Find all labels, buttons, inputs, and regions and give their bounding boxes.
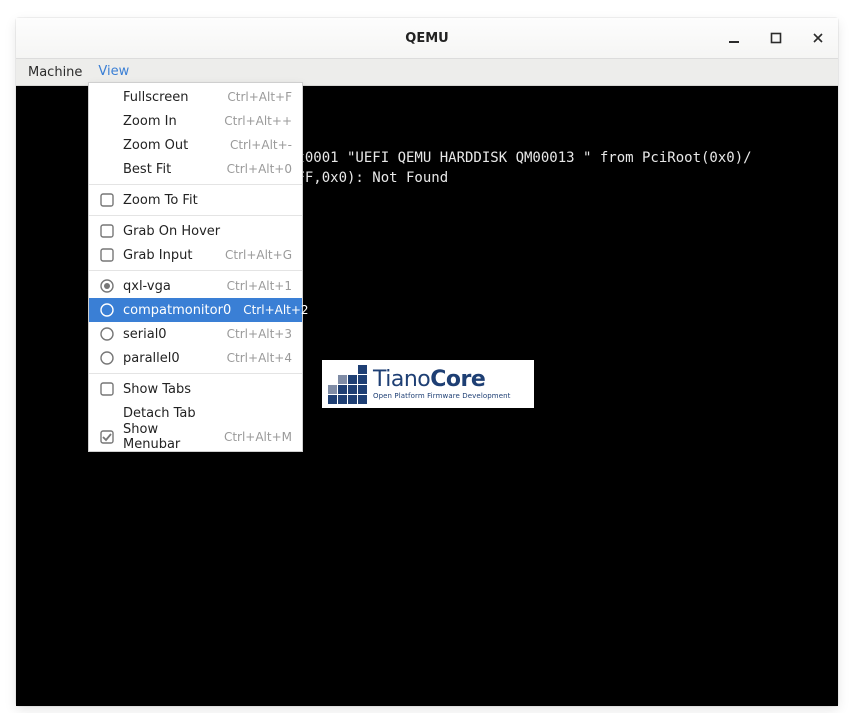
maximize-icon <box>770 32 782 44</box>
checkbox-icon <box>99 381 115 397</box>
menu-item-accel: Ctrl+Alt+M <box>224 430 292 444</box>
menu-item-accel: Ctrl+Alt++ <box>224 114 292 128</box>
checkbox-icon <box>99 192 115 208</box>
menu-item-label: Grab On Hover <box>123 224 292 239</box>
menu-item-show-menubar[interactable]: Show Menubar Ctrl+Alt+M <box>89 425 302 449</box>
menu-item-label: compatmonitor0 <box>123 303 231 318</box>
menu-item-zoom-out[interactable]: Zoom Out Ctrl+Alt+- <box>89 133 302 157</box>
tianocore-logo-mark <box>328 365 367 404</box>
menu-item-zoom-in[interactable]: Zoom In Ctrl+Alt++ <box>89 109 302 133</box>
menu-item-label: Zoom To Fit <box>123 193 292 208</box>
menu-item-grab-on-hover[interactable]: Grab On Hover <box>89 219 302 243</box>
terminal-line-1: ot0001 "UEFI QEMU HARDDISK QM00013 " fro… <box>288 150 752 166</box>
menu-item-label: Fullscreen <box>123 90 215 105</box>
menu-item-label: qxl-vga <box>123 279 215 294</box>
radio-icon <box>99 350 115 366</box>
menu-item-label: Show Tabs <box>123 382 292 397</box>
menu-item-accel: Ctrl+Alt+0 <box>227 162 292 176</box>
menu-item-label: parallel0 <box>123 351 215 366</box>
menu-item-accel: Ctrl+Alt+3 <box>227 327 292 341</box>
terminal-output: ot0001 "UEFI QEMU HARDDISK QM00013 " fro… <box>288 148 752 188</box>
menu-item-label: Grab Input <box>123 248 213 263</box>
menu-item-best-fit[interactable]: Best Fit Ctrl+Alt+0 <box>89 157 302 181</box>
tianocore-tagline: Open Platform Firmware Development <box>373 393 511 400</box>
menu-item-accel: Ctrl+Alt+- <box>230 138 292 152</box>
titlebar: QEMU <box>16 18 838 59</box>
checkbox-icon <box>99 223 115 239</box>
radio-icon <box>99 326 115 342</box>
menu-item-compatmonitor0[interactable]: compatmonitor0Ctrl+Alt+2 <box>89 298 302 322</box>
menu-item-label: Zoom Out <box>123 138 218 153</box>
menu-item-accel: Ctrl+Alt+4 <box>227 351 292 365</box>
menu-item-parallel0[interactable]: parallel0 Ctrl+Alt+4 <box>89 346 302 370</box>
menu-item-label: Show Menubar <box>123 422 212 452</box>
menu-machine[interactable]: Machine <box>20 59 90 85</box>
menu-item-accel: Ctrl+Alt+1 <box>227 279 292 293</box>
menu-item-zoom-to-fit[interactable]: Zoom To Fit <box>89 188 302 212</box>
menu-item-accel: Ctrl+Alt+G <box>225 248 292 262</box>
tianocore-logo-text: TianoCore Open Platform Firmware Develop… <box>373 369 511 400</box>
close-button[interactable] <box>804 24 832 52</box>
menu-item-label: Detach Tab <box>123 406 292 421</box>
menu-item-show-tabs[interactable]: Show Tabs <box>89 377 302 401</box>
maximize-button[interactable] <box>762 24 790 52</box>
minimize-icon <box>728 32 740 44</box>
menu-item-grab-input[interactable]: Grab Input Ctrl+Alt+G <box>89 243 302 267</box>
window-title: QEMU <box>405 31 448 46</box>
menu-item-accel: Ctrl+Alt+F <box>227 90 292 104</box>
window-controls <box>720 18 832 58</box>
menu-item-fullscreen[interactable]: Fullscreen Ctrl+Alt+F <box>89 85 302 109</box>
menu-item-qxl-vga[interactable]: qxl-vga Ctrl+Alt+1 <box>89 274 302 298</box>
radio-icon <box>99 278 115 294</box>
menu-item-label: Best Fit <box>123 162 215 177</box>
view-menu-dropdown: FullscreenCtrl+Alt+FZoom InCtrl+Alt++Zoo… <box>88 82 303 452</box>
checkbox-icon <box>99 429 115 445</box>
checkbox-icon <box>99 247 115 263</box>
minimize-button[interactable] <box>720 24 748 52</box>
menu-view-label: View <box>98 64 129 79</box>
menu-item-label: serial0 <box>123 327 215 342</box>
menu-machine-label: Machine <box>28 65 82 80</box>
menu-item-label: Zoom In <box>123 114 212 129</box>
close-icon <box>812 32 824 44</box>
window: QEMU Machine View ot0001 "UEFI QEMU HARD… <box>16 18 838 706</box>
tianocore-logo: TianoCore Open Platform Firmware Develop… <box>322 360 534 408</box>
terminal-line-2: FFF,0x0): Not Found <box>288 170 448 186</box>
radio-icon <box>99 302 115 318</box>
menu-item-accel: Ctrl+Alt+2 <box>243 303 308 317</box>
menu-item-serial0[interactable]: serial0 Ctrl+Alt+3 <box>89 322 302 346</box>
